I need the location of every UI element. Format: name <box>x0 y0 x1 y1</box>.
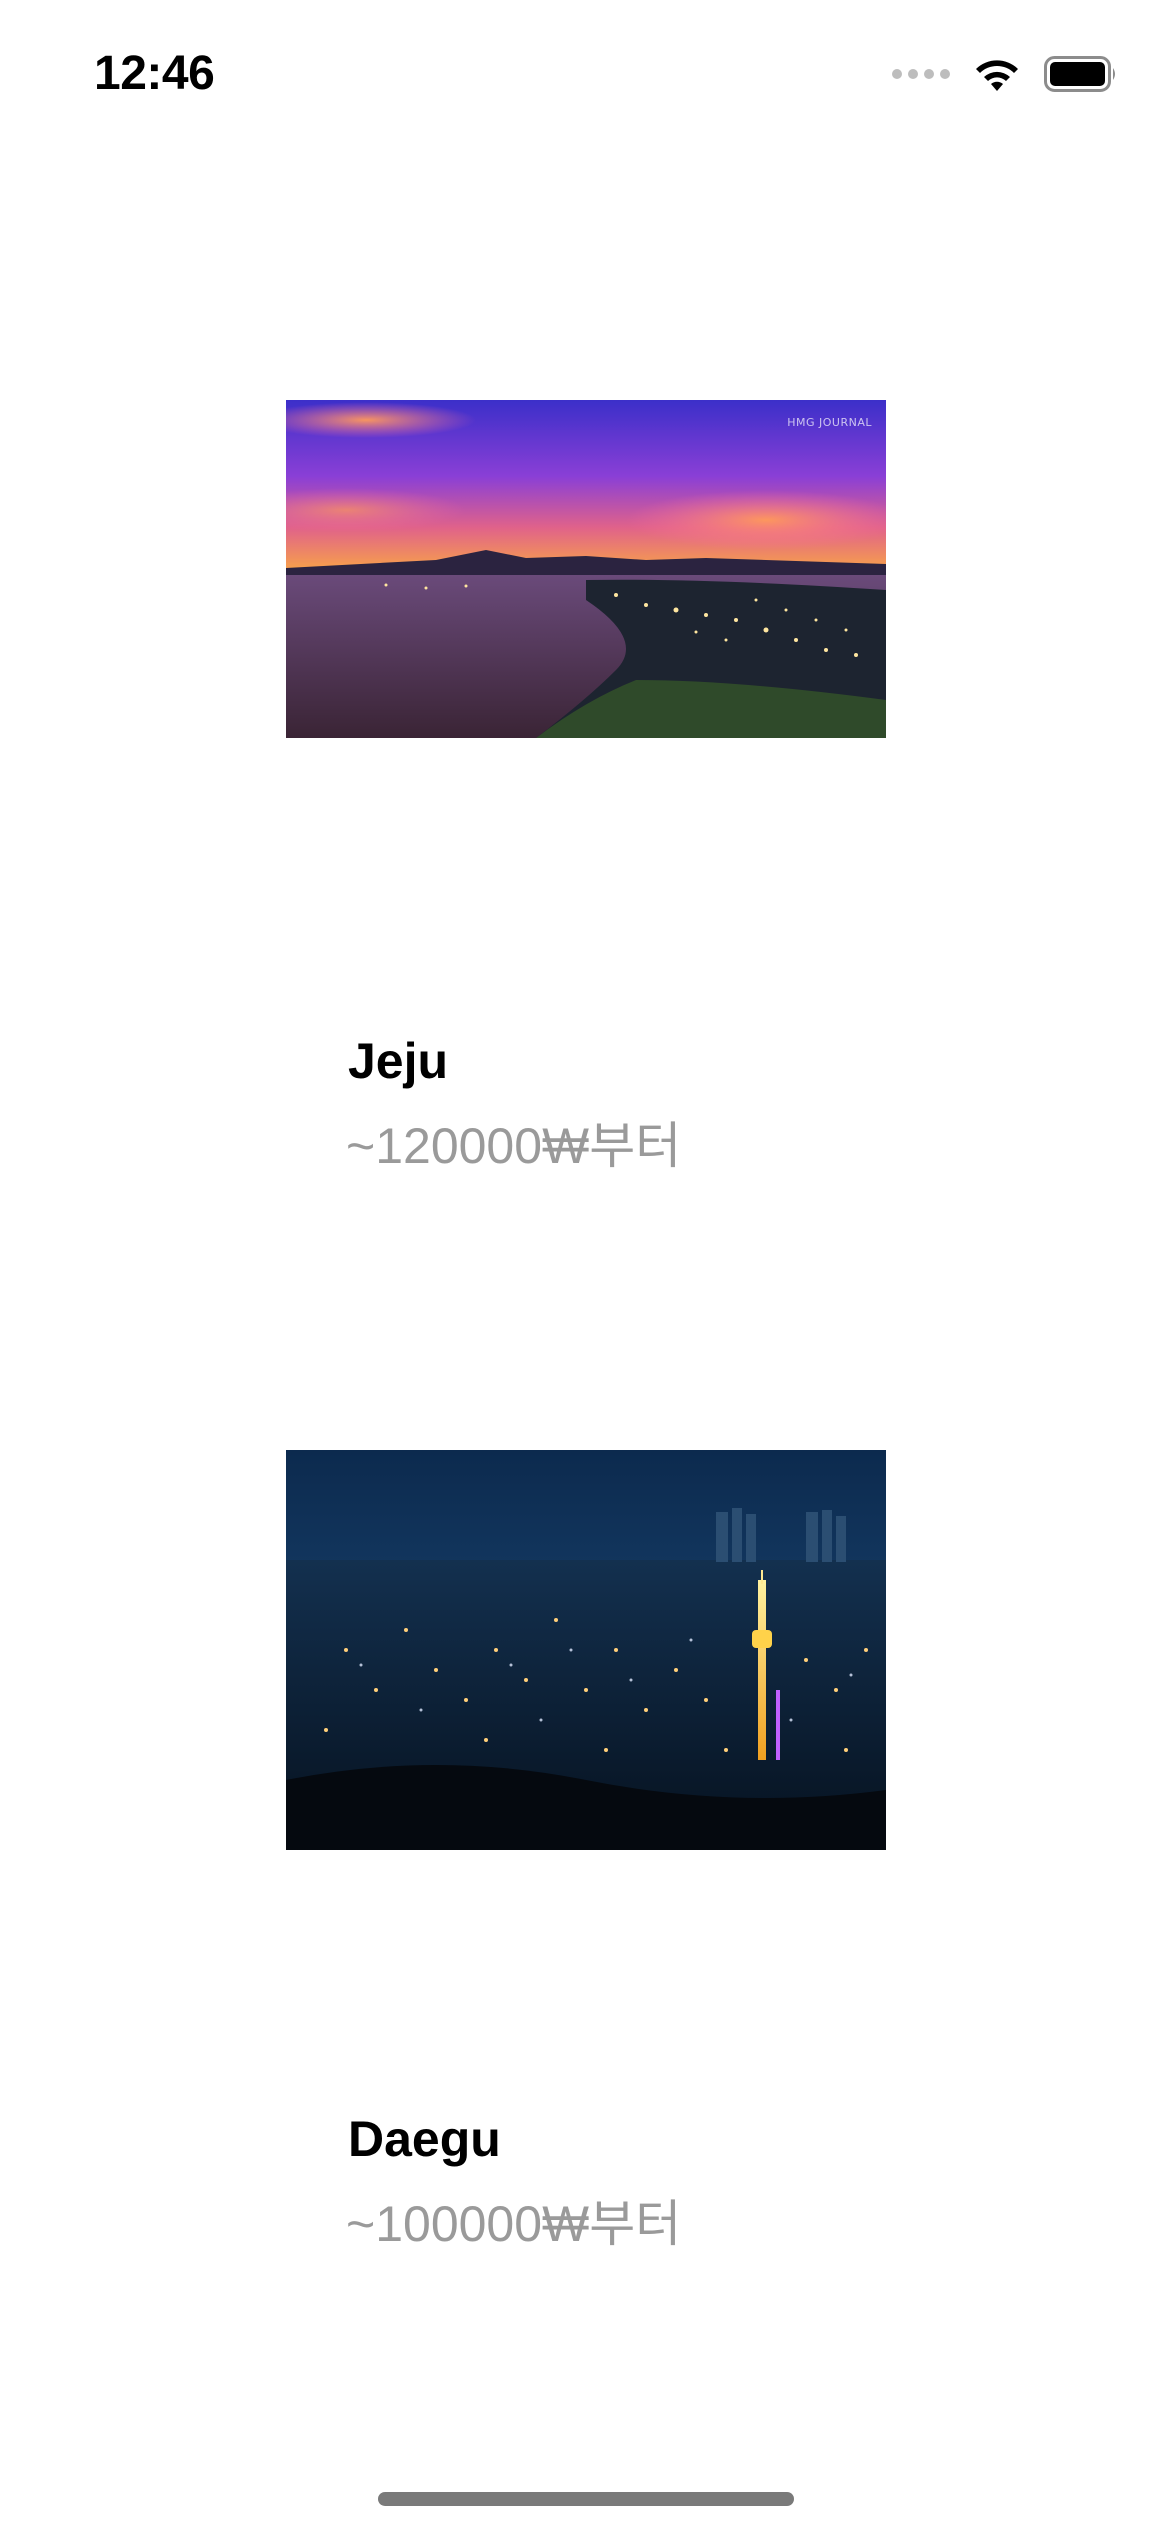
destination-price: ~100000₩부터 <box>346 2196 682 2252</box>
destination-price: ~120000₩부터 <box>346 1118 682 1174</box>
image-watermark: HMG JOURNAL <box>787 416 872 429</box>
photo-jeju-coast-sunset <box>286 400 886 738</box>
home-indicator[interactable] <box>378 2492 794 2506</box>
destination-image-jeju[interactable]: HMG JOURNAL <box>286 400 886 738</box>
status-bar: 12:46 <box>0 0 1170 150</box>
destination-image-daegu[interactable] <box>286 1450 886 1850</box>
destination-title: Jeju <box>348 1033 449 1089</box>
status-time: 12:46 <box>94 47 215 100</box>
cellular-signal-icon <box>892 69 950 79</box>
destination-card-daegu[interactable]: Daegu ~100000₩부터 <box>286 1450 886 2252</box>
wifi-icon <box>976 60 1018 91</box>
battery-icon <box>1044 56 1115 92</box>
photo-daegu-night-tower <box>286 1450 886 1850</box>
status-icons <box>892 52 1118 96</box>
destination-card-jeju[interactable]: HMG JOURNAL Jeju ~120000₩부터 <box>286 400 886 1174</box>
destination-title: Daegu <box>348 2111 501 2167</box>
